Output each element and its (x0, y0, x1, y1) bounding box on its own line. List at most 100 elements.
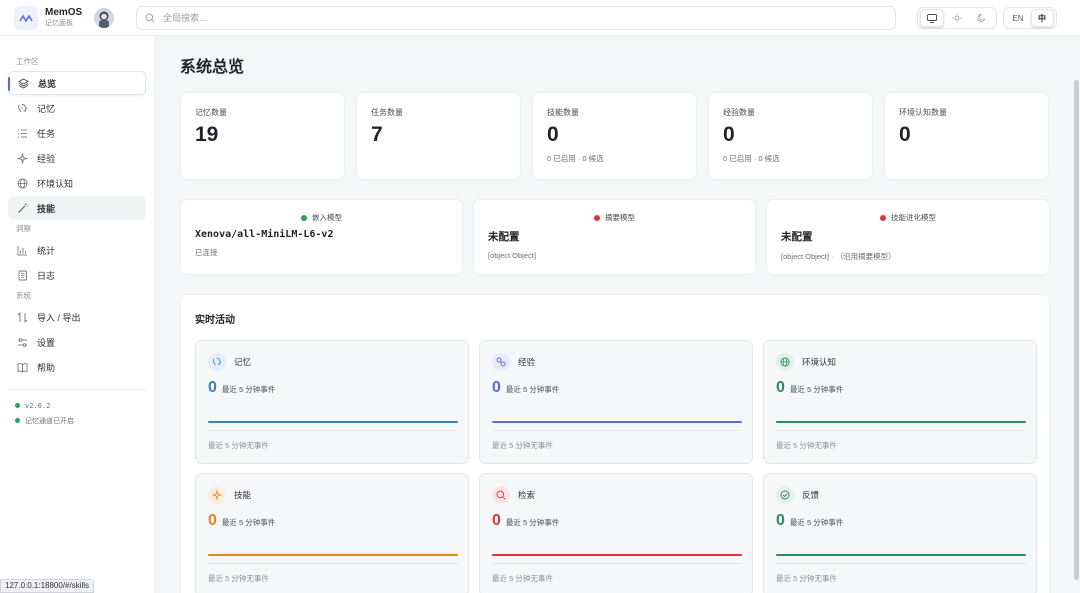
stat-value: 19 (195, 123, 219, 146)
sidebar-item-label: 任务 (37, 128, 56, 139)
activity-footer: 最近 5 分钟无事件 (208, 441, 269, 450)
sidebar-item-memory[interactable]: 记忆 (8, 96, 146, 120)
divider (208, 563, 458, 564)
model-card-embedding[interactable]: 嵌入模型 Xenova/all-MiniLM-L6-v2 已连接 (180, 199, 463, 275)
sidebar-item-help[interactable]: 帮助 (8, 355, 146, 379)
model-card-skill-evolution[interactable]: 技能进化模型 未配置 [object Object] · （沿用摘要模型） (766, 199, 1050, 275)
theme-dark-button[interactable] (970, 9, 994, 27)
sparkle-icon (17, 152, 28, 164)
stat-card-environment[interactable]: 环境认知数量 0 (884, 92, 1049, 180)
version-label: v2.0.2 (25, 401, 51, 410)
brand-name: MemOS (45, 7, 83, 18)
activity-label: 经验 (518, 357, 536, 367)
stat-label: 环境认知数量 (899, 108, 947, 117)
stat-card-memories[interactable]: 记忆数量 19 (180, 92, 345, 180)
stat-card-skills[interactable]: 技能数量 0 0 已启用 · 0 候选 (532, 92, 697, 180)
activity-card-feedback[interactable]: 反馈 0 最近 5 分钟事件 最近 5 分钟无事件 (763, 473, 1037, 593)
sidebar-item-label: 帮助 (37, 362, 56, 373)
moon-icon (977, 13, 986, 22)
activity-label: 记忆 (234, 357, 252, 367)
activity-footer: 最近 5 分钟无事件 (208, 574, 269, 583)
globe-icon (776, 353, 794, 371)
activity-sparkline (492, 554, 742, 556)
activity-footer: 最近 5 分钟无事件 (776, 574, 837, 583)
activity-footer: 最近 5 分钟无事件 (492, 574, 553, 583)
status-dot-error (880, 214, 886, 221)
theme-system-button[interactable] (920, 9, 945, 27)
sidebar-item-label: 日志 (37, 270, 56, 281)
lang-en-button[interactable]: EN (1007, 9, 1030, 27)
stat-card-experience[interactable]: 经验数量 0 0 已启用 · 0 候选 (708, 92, 873, 180)
search-icon (492, 486, 510, 504)
activity-count: 0 (208, 379, 217, 396)
sidebar-item-tasks[interactable]: 任务 (8, 121, 146, 145)
main-content: 系统总览 记忆数量 19 任务数量 7 技能数量 0 0 已启用 · 0 候选 … (156, 36, 1080, 593)
page-title: 系统总览 (180, 59, 245, 76)
sidebar-item-label: 环境认知 (37, 178, 74, 189)
stat-label: 记忆数量 (195, 108, 227, 117)
sidebar-section-system: 系统 (16, 291, 31, 300)
sidebar-item-label: 技能 (37, 203, 56, 214)
realtime-activity-panel: 实时活动 记忆 0 最近 5 分钟事件 最近 5 分钟无事件 经验 0 最近 5… (180, 294, 1050, 593)
activity-card-experience[interactable]: 经验 0 最近 5 分钟事件 最近 5 分钟无事件 (479, 340, 753, 464)
avatar[interactable] (94, 7, 115, 28)
activity-label: 检索 (518, 490, 536, 500)
status-dot (15, 403, 20, 408)
memos-logo-icon (14, 5, 38, 30)
activity-count: 0 (492, 379, 501, 396)
sidebar-item-experience[interactable]: 经验 (8, 146, 146, 170)
sidebar-item-settings[interactable]: 设置 (8, 330, 146, 354)
sidebar-item-stats[interactable]: 统计 (8, 238, 146, 262)
brand[interactable]: MemOS 记忆面板 (0, 5, 155, 30)
channel-status-label: 记忆通道已开启 (25, 417, 74, 425)
activity-sparkline (208, 554, 458, 556)
activity-sparkline (208, 421, 458, 423)
sidebar-item-import-export[interactable]: 导入 / 导出 (8, 305, 146, 329)
divider (492, 430, 742, 431)
brand-subtitle: 记忆面板 (45, 20, 73, 27)
stat-label: 任务数量 (371, 108, 403, 117)
log-icon (18, 270, 27, 280)
model-name: 未配置 (781, 231, 813, 243)
sidebar-item-label: 统计 (37, 245, 56, 256)
check-circle-icon (776, 486, 794, 504)
settings-icon (18, 337, 27, 347)
activity-card-environment[interactable]: 环境认知 0 最近 5 分钟事件 最近 5 分钟无事件 (763, 340, 1037, 464)
status-dot-error (594, 214, 600, 221)
model-card-summary[interactable]: 摘要模型 未配置 [object Object] (473, 199, 756, 275)
sidebar-item-label: 记忆 (37, 103, 56, 114)
stat-card-tasks[interactable]: 任务数量 7 (356, 92, 521, 180)
list-icon (18, 129, 27, 137)
globe-icon (17, 178, 28, 188)
activity-card-retrieval[interactable]: 检索 0 最近 5 分钟事件 最近 5 分钟无事件 (479, 473, 753, 593)
sidebar-section-insights: 洞察 (16, 224, 31, 233)
theme-light-button[interactable] (945, 9, 969, 27)
activity-unit: 最近 5 分钟事件 (505, 385, 560, 394)
stat-value: 0 (899, 123, 911, 146)
lang-zh-button[interactable]: 中 (1030, 9, 1054, 27)
model-label: 摘要模型 (605, 213, 635, 222)
activity-sparkline (776, 421, 1026, 423)
link-icon (492, 353, 510, 371)
language-switch: EN 中 (1003, 7, 1057, 29)
divider (208, 430, 458, 431)
sidebar-item-overview[interactable]: 总览 (8, 71, 146, 95)
search-box[interactable] (136, 6, 896, 30)
sidebar-item-label: 经验 (37, 153, 56, 164)
model-status: 已连接 (195, 248, 218, 257)
sparkle-icon (208, 486, 226, 504)
sidebar-item-logs[interactable]: 日志 (8, 263, 146, 287)
theme-switch (917, 7, 997, 29)
sidebar-item-environment[interactable]: 环境认知 (8, 171, 146, 195)
transfer-icon (17, 311, 28, 323)
memory-icon (208, 353, 226, 371)
activity-title: 实时活动 (195, 315, 235, 326)
activity-card-memory[interactable]: 记忆 0 最近 5 分钟事件 最近 5 分钟无事件 (195, 340, 469, 464)
activity-card-skills[interactable]: 技能 0 最近 5 分钟事件 最近 5 分钟无事件 (195, 473, 469, 593)
wand-icon (18, 203, 28, 213)
activity-count: 0 (776, 379, 785, 396)
scrollbar[interactable] (1074, 80, 1079, 580)
activity-label: 环境认知 (802, 357, 837, 367)
search-input[interactable] (163, 13, 843, 23)
sidebar-item-skills[interactable]: 技能 (8, 196, 146, 220)
